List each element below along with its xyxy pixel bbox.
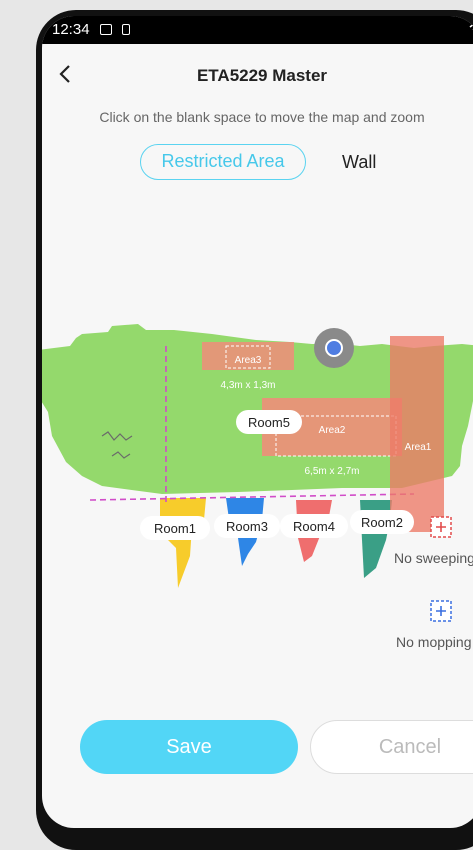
status-bar: 12:34 [42,16,473,44]
no-mopping-label: No mopping [396,634,472,650]
status-time: 12:34 [52,21,90,38]
no-sweeping-icon[interactable] [430,516,452,538]
cancel-button[interactable]: Cancel [310,720,473,774]
room5-tag[interactable]: Room5 [236,410,302,434]
hint-text: Click on the blank space to move the map… [99,109,425,125]
no-sweeping-label: No sweeping [394,550,473,566]
area2-label: Area2 [319,425,346,436]
area1-label: Area1 [405,442,432,453]
room2-label: Room2 [361,515,403,530]
room3-tag[interactable]: Room3 [214,514,280,538]
save-button[interactable]: Save [80,720,298,774]
room3-label: Room3 [226,519,268,534]
room1-tag[interactable]: Room1 [140,516,210,540]
area3-label: Area3 [235,355,262,366]
app-screen: 12:34 ETA5229 Master ⋮ Click on the blan… [42,16,473,828]
floor-map[interactable]: Area3 4,3m x 1,3m Area2 6,5m x 2,7m Area… [42,316,473,616]
map-room1 [160,498,206,588]
wifi-icon [469,24,473,30]
tab-restricted-area[interactable]: Restricted Area [140,144,306,180]
tab-wall[interactable]: Wall [342,152,376,173]
area1-zone [390,336,444,532]
page-title: ETA5229 Master [196,66,328,85]
battery-saver-icon [122,24,130,35]
no-mopping-icon[interactable] [430,600,452,622]
room2-tag[interactable]: Room2 [350,510,414,534]
room5-label: Room5 [248,415,290,430]
area3-size: 4,3m x 1,3m [220,380,275,391]
room4-label: Room4 [293,519,335,534]
area2-size: 6,5m x 2,7m [304,466,359,477]
room4-tag[interactable]: Room4 [280,514,348,538]
gallery-icon [100,24,112,35]
room1-label: Room1 [154,521,196,536]
